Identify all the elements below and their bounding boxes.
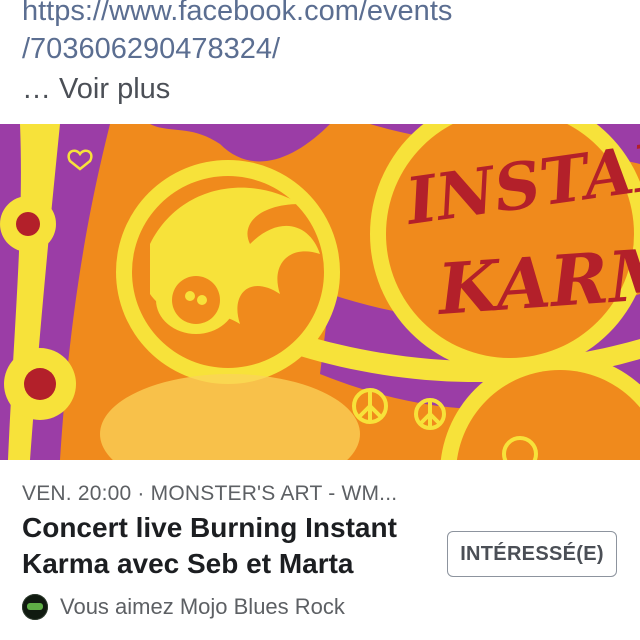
social-context-text: Vous aimez Mojo Blues Rock <box>60 594 345 619</box>
event-link-part1[interactable]: https://www.facebook.com/events <box>22 0 622 30</box>
social-context: Vous aimez Mojo Blues Rock <box>22 594 345 620</box>
cover-artwork: INSTAN KARMA <box>0 124 640 460</box>
event-meta: VEN. 20:00 · MONSTER'S ART - WM... <box>22 482 398 505</box>
see-more-link[interactable]: … Voir plus <box>22 70 622 108</box>
page-avatar <box>22 594 48 620</box>
interested-button[interactable]: INTÉRESSÉ(E) <box>447 531 617 577</box>
post-text: https://www.facebook.com/events /7036062… <box>22 0 622 108</box>
event-link-part2[interactable]: /703606290478324/ <box>22 30 622 68</box>
event-card[interactable]: VEN. 20:00 · MONSTER'S ART - WM... Conce… <box>0 460 640 640</box>
event-title[interactable]: Concert live Burning Instant Karma avec … <box>22 510 432 582</box>
event-cover-image[interactable]: INSTAN KARMA <box>0 124 640 460</box>
